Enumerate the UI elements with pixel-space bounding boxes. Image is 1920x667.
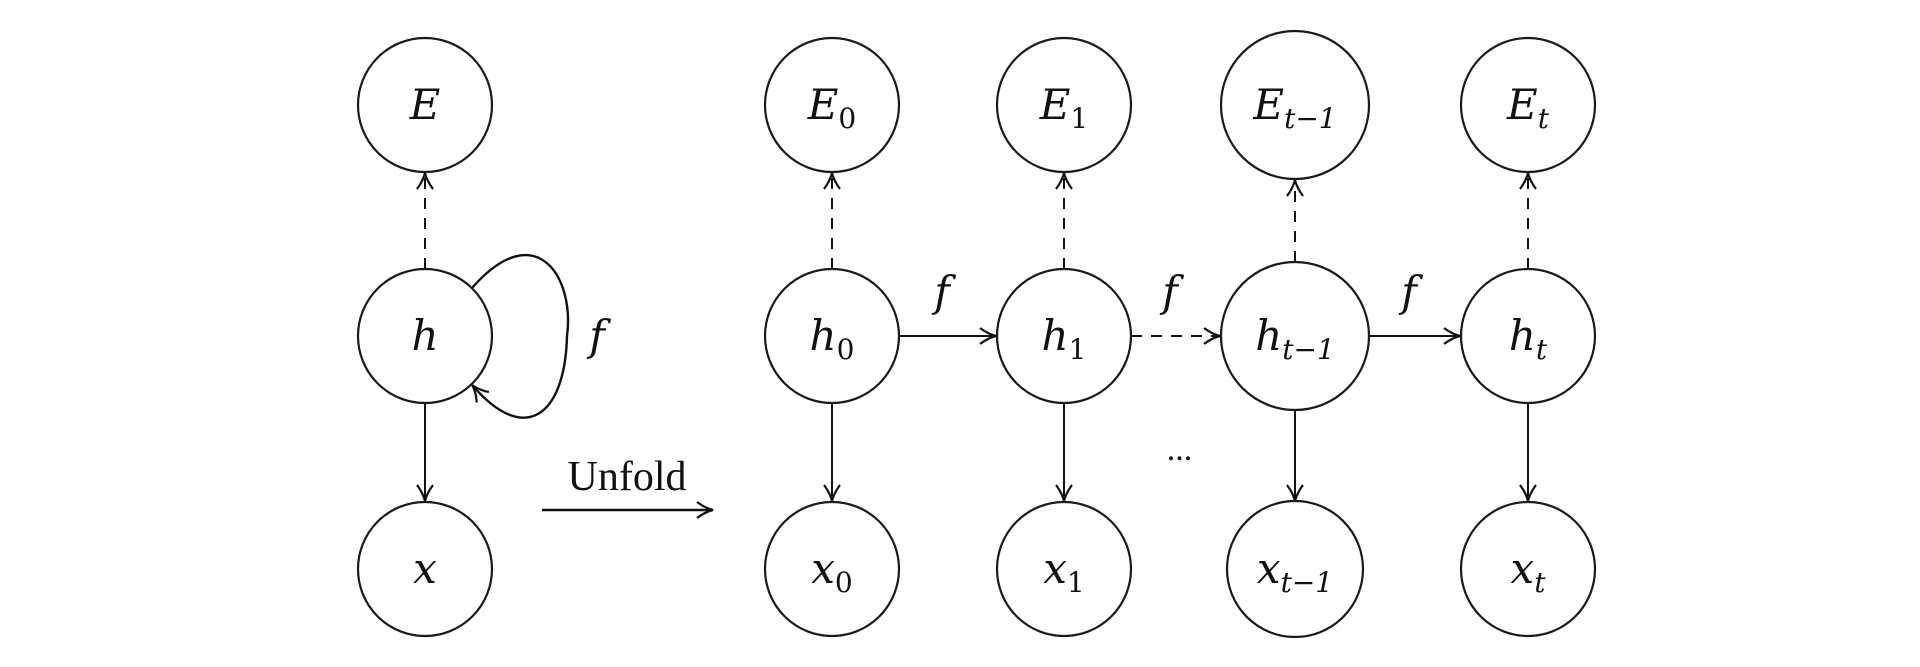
transition-label-1: f: [1159, 267, 1184, 316]
node-E-1-base: E: [1039, 80, 1071, 129]
node-h-0-subscript: 0: [837, 333, 855, 366]
node-x-1-base: x: [1043, 544, 1067, 593]
node-x-3-subscript: t: [1534, 566, 1546, 599]
folded-node-h-label: h: [411, 311, 438, 360]
transition-label-2: f: [1398, 267, 1423, 316]
node-h-2-subscript: t−1: [1282, 333, 1335, 366]
node-h-3-base: h: [1509, 311, 1536, 360]
node-x-1-subscript: 1: [1067, 566, 1085, 599]
folded-node-h: h: [356, 267, 494, 405]
node-x-0-subscript: 0: [835, 566, 853, 599]
node-E-0-subscript: 0: [838, 102, 856, 135]
folded-node-x-label: x: [413, 544, 437, 593]
ellipsis: ...: [1167, 431, 1193, 468]
node-E-1-subscript: 1: [1070, 102, 1088, 135]
folded-node-h-base: h: [411, 311, 438, 360]
node-x-0-base: x: [811, 544, 835, 593]
node-x-3-base: x: [1511, 544, 1535, 593]
node-x-1: x1: [995, 500, 1133, 638]
node-x-2-base: x: [1257, 544, 1281, 593]
node-E-2-subscript: t−1: [1284, 102, 1337, 135]
node-h-3-subscript: t: [1536, 333, 1548, 366]
transition-label-0: f: [931, 267, 956, 316]
node-E-3: Et: [1459, 36, 1597, 174]
node-E-3-base: E: [1506, 80, 1538, 129]
node-h-0: h0: [763, 267, 901, 405]
node-E-2-base: E: [1252, 80, 1284, 129]
self-loop-label: f: [586, 311, 611, 360]
folded-node-E: E: [356, 36, 494, 174]
rnn-unfold-diagram: EhxE0h0x0E1h1x1Et−1ht−1xt−1Ethtxt fUnfol…: [356, 29, 1597, 639]
node-E-3-subscript: t: [1538, 102, 1550, 135]
nodes-layer: EhxE0h0x0E1h1x1Et−1ht−1xt−1Ethtxt: [356, 29, 1597, 639]
node-h-1: h1: [995, 267, 1133, 405]
node-E-0: E0: [763, 36, 901, 174]
node-x-3: xt: [1459, 500, 1597, 638]
folded-node-E-label: E: [409, 80, 441, 129]
node-x-2-subscript: t−1: [1281, 566, 1334, 599]
node-E-1: E1: [995, 36, 1133, 174]
unfold-label: Unfold: [568, 454, 687, 500]
node-h-0-base: h: [810, 311, 837, 360]
node-x-0: x0: [763, 500, 901, 638]
node-E-2: Et−1: [1219, 29, 1371, 181]
folded-node-x: x: [356, 500, 494, 638]
node-h-1-subscript: 1: [1069, 333, 1087, 366]
node-h-1-base: h: [1042, 311, 1069, 360]
node-E-0-base: E: [807, 80, 839, 129]
folded-node-x-base: x: [413, 544, 437, 593]
folded-node-E-base: E: [409, 80, 441, 129]
node-h-2: ht−1: [1219, 260, 1371, 412]
node-h-3: ht: [1459, 267, 1597, 405]
node-h-2-base: h: [1255, 311, 1282, 360]
node-x-2: xt−1: [1225, 499, 1365, 639]
